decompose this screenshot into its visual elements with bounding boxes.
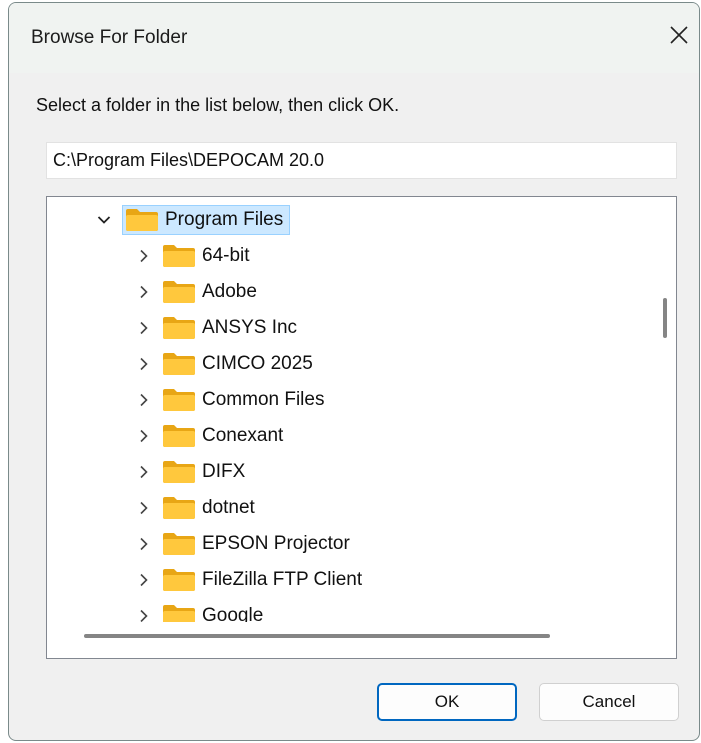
- tree-item[interactable]: dotnet: [134, 491, 255, 525]
- folder-icon: [163, 317, 195, 339]
- selected-tree-item[interactable]: Program Files: [122, 205, 291, 235]
- folder-icon: [163, 533, 195, 555]
- tree-item[interactable]: EPSON Projector: [134, 527, 350, 561]
- cancel-button[interactable]: Cancel: [539, 683, 679, 721]
- folder-path-field[interactable]: C:\Program Files\DEPOCAM 20.0: [46, 142, 677, 179]
- chevron-right-icon[interactable]: [134, 390, 154, 410]
- chevron-right-icon[interactable]: [134, 462, 154, 482]
- tree-item[interactable]: Adobe: [134, 275, 257, 309]
- tree-item[interactable]: Google: [134, 599, 263, 622]
- browse-folder-dialog: Browse For Folder Select a folder in the…: [8, 2, 700, 741]
- ok-button[interactable]: OK: [377, 683, 517, 721]
- folder-icon: [163, 353, 195, 375]
- tree-item[interactable]: ANSYS Inc: [134, 311, 297, 345]
- vertical-scrollbar-thumb[interactable]: [663, 298, 667, 338]
- folder-icon: [163, 569, 195, 591]
- close-icon: [670, 26, 688, 44]
- folder-icon: [163, 389, 195, 411]
- tree-item-label: CIMCO 2025: [202, 353, 313, 374]
- folder-icon: [126, 209, 158, 231]
- tree-item-label: Program Files: [165, 209, 284, 230]
- title-bar[interactable]: Browse For Folder: [9, 3, 699, 73]
- tree-item-label: dotnet: [202, 497, 255, 518]
- tree-item[interactable]: Common Files: [134, 383, 324, 417]
- tree-item-label: 64-bit: [202, 245, 250, 266]
- tree-item[interactable]: FileZilla FTP Client: [134, 563, 362, 597]
- folder-icon: [163, 425, 195, 447]
- tree-item-label: Google: [202, 605, 264, 622]
- instruction-text: Select a folder in the list below, then …: [36, 95, 400, 115]
- close-button[interactable]: [659, 15, 699, 55]
- folder-icon: [163, 605, 195, 622]
- tree-item-label: Conexant: [202, 425, 284, 446]
- folder-icon: [163, 245, 195, 267]
- window-title: Browse For Folder: [31, 27, 188, 48]
- tree-item-label: FileZilla FTP Client: [202, 569, 363, 590]
- folder-tree-viewport: Program Files 64-bit Adobe ANSYS Inc CIMCO …: [47, 197, 640, 622]
- tree-item[interactable]: 64-bit: [134, 239, 250, 273]
- tree-item[interactable]: CIMCO 2025: [134, 347, 313, 381]
- tree-item-label: DIFX: [202, 461, 246, 482]
- chevron-right-icon[interactable]: [134, 498, 154, 518]
- tree-item-label: Common Files: [202, 389, 325, 410]
- folder-icon: [163, 497, 195, 519]
- tree-item-label: EPSON Projector: [202, 533, 350, 554]
- tree-item-label: Adobe: [202, 281, 257, 302]
- chevron-right-icon[interactable]: [134, 534, 154, 554]
- chevron-right-icon[interactable]: [134, 426, 154, 446]
- tree-item[interactable]: Conexant: [134, 419, 283, 453]
- horizontal-scrollbar-thumb[interactable]: [84, 634, 550, 638]
- chevron-down-icon[interactable]: [94, 210, 114, 230]
- chevron-right-icon[interactable]: [134, 606, 154, 622]
- chevron-right-icon[interactable]: [134, 354, 154, 374]
- tree-item-label: ANSYS Inc: [202, 317, 298, 338]
- tree-item-program-files[interactable]: Program Files: [94, 203, 291, 237]
- tree-item[interactable]: DIFX: [134, 455, 245, 489]
- chevron-right-icon[interactable]: [134, 246, 154, 266]
- folder-tree[interactable]: Program Files 64-bit Adobe ANSYS Inc CIMCO …: [46, 196, 677, 659]
- chevron-right-icon[interactable]: [134, 318, 154, 338]
- chevron-right-icon[interactable]: [134, 570, 154, 590]
- folder-icon: [163, 461, 195, 483]
- chevron-right-icon[interactable]: [134, 282, 154, 302]
- folder-icon: [163, 281, 195, 303]
